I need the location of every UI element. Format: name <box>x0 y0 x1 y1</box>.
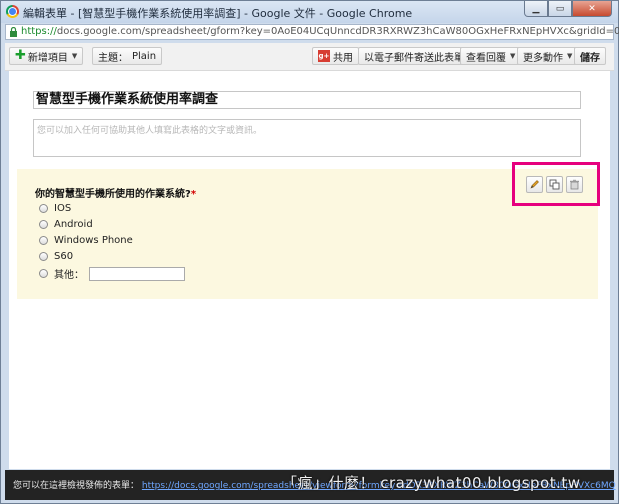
radio-button[interactable] <box>39 252 48 261</box>
title-bar[interactable]: 編輯表單 - [智慧型手機作業系統使用率調查] - Google 文件 - Go… <box>1 1 618 23</box>
radio-button[interactable] <box>39 236 48 245</box>
trash-icon[interactable] <box>566 176 583 193</box>
chevron-down-icon: ▼ <box>510 52 516 60</box>
form-title-input[interactable]: 智慧型手機作業系統使用率調查 <box>33 91 581 109</box>
option-windows-phone[interactable]: Windows Phone <box>39 235 133 246</box>
option-other[interactable]: 其他： <box>39 266 185 281</box>
question-title: 你的智慧型手機所使用的作業系統?* <box>35 189 197 200</box>
required-mark: * <box>190 189 197 200</box>
option-ios[interactable]: IOS <box>39 203 71 214</box>
radio-button[interactable] <box>39 204 48 213</box>
window-title: 編輯表單 - [智慧型手機作業系統使用率調查] - Google 文件 - Go… <box>23 7 413 20</box>
form-editor: 智慧型手機作業系統使用率調查 您可以加入任何可協助其他人填寫此表格的文字或資訊。… <box>9 71 610 469</box>
more-actions-button[interactable]: 更多動作 ▼ <box>517 47 579 65</box>
add-item-button[interactable]: ✚ 新增項目 ▼ <box>9 47 84 65</box>
email-form-button[interactable]: 以電子郵件寄送此表單 <box>358 47 470 65</box>
theme-button[interactable]: 主題： Plain <box>92 47 163 65</box>
form-toolbar: ✚ 新增項目 ▼ 主題： Plain g+ 共用 以電子郵件寄送此表單 查看回覆… <box>5 43 614 71</box>
browser-window: 編輯表單 - [智慧型手機作業系統使用率調查] - Google 文件 - Go… <box>0 0 619 504</box>
minimize-icon[interactable]: ▁ <box>524 1 548 17</box>
edit-pencil-icon[interactable] <box>526 176 543 193</box>
chevron-down-icon: ▼ <box>567 52 573 60</box>
address-bar[interactable]: https://docs.google.com/spreadsheet/gfor… <box>5 24 619 40</box>
duplicate-icon[interactable] <box>546 176 563 193</box>
view-responses-button[interactable]: 查看回覆 ▼ <box>460 47 522 65</box>
window-controls: ▁ ▭ ✕ <box>524 1 612 17</box>
form-description-input[interactable]: 您可以加入任何可協助其他人填寫此表格的文字或資訊。 <box>33 119 581 157</box>
url-text: https://docs.google.com/spreadsheet/gfor… <box>21 26 619 37</box>
chevron-down-icon: ▼ <box>71 52 78 60</box>
share-button[interactable]: g+ 共用 <box>312 47 359 65</box>
question-block[interactable]: 你的智慧型手機所使用的作業系統?* IOS Android Windows Ph… <box>17 169 598 299</box>
google-plus-icon: g+ <box>318 50 330 62</box>
radio-button[interactable] <box>39 220 48 229</box>
question-actions <box>526 176 586 193</box>
maximize-icon[interactable]: ▭ <box>548 1 572 17</box>
radio-button[interactable] <box>39 269 48 278</box>
option-android[interactable]: Android <box>39 219 93 230</box>
save-button[interactable]: 儲存 <box>574 47 606 65</box>
plus-icon: ✚ <box>15 48 26 63</box>
chrome-logo-icon <box>6 5 19 18</box>
lock-icon <box>10 27 17 37</box>
other-text-input[interactable] <box>89 266 185 281</box>
watermark: 「瘋」什麼！ crazywhat00.blogspot.tw <box>282 474 581 492</box>
close-icon[interactable]: ✕ <box>572 1 612 17</box>
option-s60[interactable]: S60 <box>39 251 73 262</box>
